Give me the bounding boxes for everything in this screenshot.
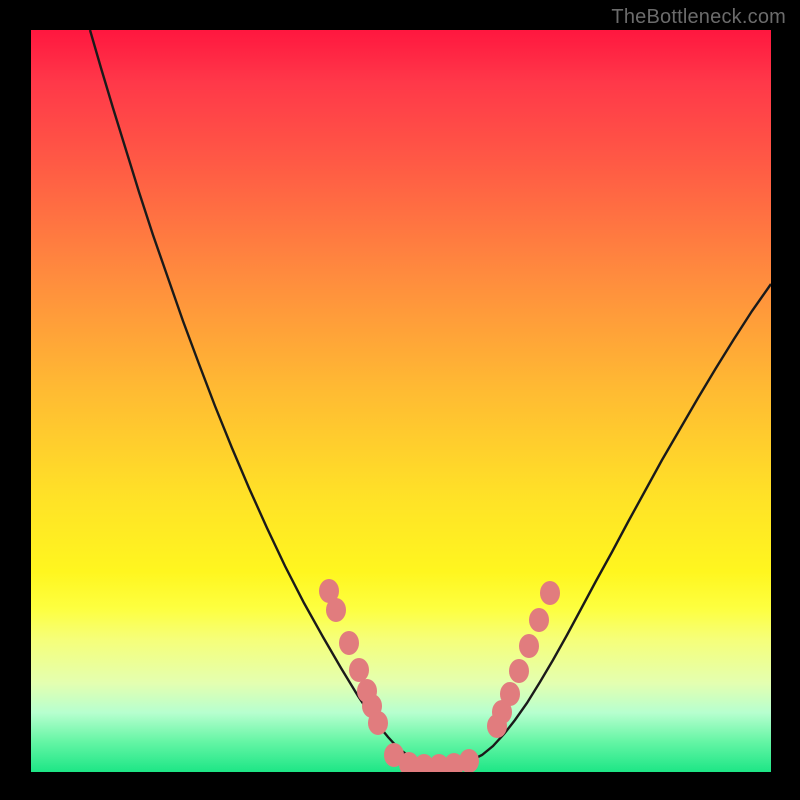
bottleneck-curve — [31, 30, 771, 772]
chart-plot-area — [31, 30, 771, 772]
curve-dot — [500, 682, 520, 706]
curve-dot — [540, 581, 560, 605]
curve-dot — [339, 631, 359, 655]
chart-frame: TheBottleneck.com — [0, 0, 800, 800]
curve-dots — [319, 579, 560, 772]
curve-line — [90, 30, 771, 765]
curve-dot — [529, 608, 549, 632]
curve-dot — [519, 634, 539, 658]
curve-dot — [349, 658, 369, 682]
curve-dot — [459, 749, 479, 772]
curve-dot — [509, 659, 529, 683]
curve-dot — [326, 598, 346, 622]
curve-dot — [368, 711, 388, 735]
watermark-text: TheBottleneck.com — [611, 6, 786, 29]
